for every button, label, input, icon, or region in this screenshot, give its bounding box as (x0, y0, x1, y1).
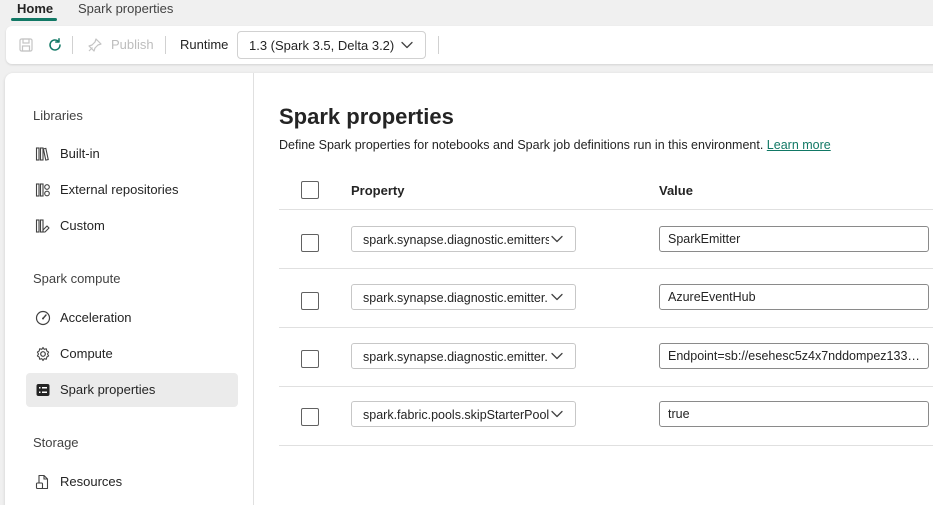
tab-spark-properties[interactable]: Spark properties (78, 0, 173, 22)
sidebar: Libraries Built-in External repositories (5, 73, 254, 505)
value-input[interactable] (659, 343, 929, 369)
sidebar-item-built-in[interactable]: Built-in (26, 137, 238, 171)
publish-icon (88, 38, 102, 52)
sidebar-item-compute[interactable]: Compute (26, 337, 238, 371)
sidebar-item-label: External repositories (60, 182, 179, 197)
sidebar-item-label: Custom (60, 218, 105, 233)
sidebar-item-label: Spark properties (60, 382, 156, 397)
property-dropdown[interactable]: spark.fabric.pools.skipStarterPools (351, 401, 576, 427)
runtime-value: 1.3 (Spark 3.5, Delta 3.2) (249, 38, 395, 53)
property-value: spark.synapse.diagnostic.emitters (363, 233, 549, 247)
row-checkbox[interactable] (301, 234, 319, 252)
toolbar-divider (72, 36, 73, 54)
sidebar-item-label: Resources (60, 474, 123, 489)
sidebar-item-external-repositories[interactable]: External repositories (26, 173, 238, 207)
chevron-down-icon (551, 410, 563, 418)
value-input[interactable] (659, 284, 929, 310)
row-checkbox[interactable] (301, 350, 319, 368)
publish-button[interactable]: Publish (111, 37, 154, 53)
section-title-libraries: Libraries (33, 108, 83, 123)
sidebar-item-acceleration[interactable]: Acceleration (26, 301, 238, 335)
save-icon[interactable] (18, 37, 34, 53)
property-dropdown[interactable]: spark.synapse.diagnostic.emitters (351, 226, 576, 252)
property-value: spark.synapse.diagnostic.emitter. (363, 291, 548, 305)
document-folder-icon (35, 474, 49, 490)
table-row: spark.fabric.pools.skipStarterPools (279, 387, 933, 446)
top-tab-bar: Home Spark properties (0, 0, 933, 24)
tab-active-indicator (11, 18, 57, 21)
library-books-icon (35, 147, 49, 161)
chevron-down-icon (401, 41, 413, 49)
page-title: Spark properties (279, 104, 454, 129)
toolbar: Publish Runtime 1.3 (Spark 3.5, Delta 3.… (6, 26, 933, 64)
sidebar-item-label: Compute (60, 346, 113, 361)
properties-list-icon (36, 384, 50, 396)
property-dropdown[interactable]: spark.synapse.diagnostic.emitter. (351, 284, 576, 310)
description-text: Define Spark properties for notebooks an… (279, 138, 764, 152)
learn-more-link[interactable]: Learn more (767, 138, 831, 152)
sidebar-item-custom[interactable]: Custom (26, 209, 238, 243)
library-external-icon (35, 183, 50, 197)
value-input[interactable] (659, 401, 929, 427)
section-title-spark-compute: Spark compute (33, 271, 121, 286)
table-row: spark.synapse.diagnostic.emitter. (279, 328, 933, 387)
sidebar-item-spark-properties[interactable]: Spark properties (26, 373, 238, 407)
sidebar-item-label: Acceleration (60, 310, 132, 325)
property-value: spark.synapse.diagnostic.emitter. (363, 350, 548, 364)
table-row: spark.synapse.diagnostic.emitter. (279, 269, 933, 328)
table-header: Property Value (279, 169, 933, 210)
library-custom-icon (35, 219, 50, 233)
sidebar-item-label: Built-in (60, 146, 100, 161)
runtime-dropdown[interactable]: 1.3 (Spark 3.5, Delta 3.2) (237, 31, 426, 59)
toolbar-divider (438, 36, 439, 54)
toolbar-divider (165, 36, 166, 54)
select-all-checkbox[interactable] (301, 181, 319, 199)
page-description: Define Spark properties for notebooks an… (279, 137, 831, 153)
property-dropdown[interactable]: spark.synapse.diagnostic.emitter. (351, 343, 576, 369)
value-input[interactable] (659, 226, 929, 252)
row-checkbox[interactable] (301, 292, 319, 310)
refresh-icon[interactable] (47, 37, 63, 53)
chevron-down-icon (551, 352, 563, 360)
runtime-label: Runtime (180, 37, 229, 52)
sidebar-item-resources[interactable]: Resources (26, 465, 238, 499)
gear-icon (36, 346, 50, 362)
main-panel: Libraries Built-in External repositories (5, 73, 933, 505)
gauge-icon (35, 310, 51, 326)
row-checkbox[interactable] (301, 408, 319, 426)
property-value: spark.fabric.pools.skipStarterPools (363, 408, 549, 422)
section-title-storage: Storage (33, 435, 79, 450)
chevron-down-icon (551, 235, 563, 243)
chevron-down-icon (551, 293, 563, 301)
table-row: spark.synapse.diagnostic.emitters (279, 210, 933, 269)
column-header-value: Value (659, 183, 693, 198)
column-header-property: Property (351, 183, 405, 198)
